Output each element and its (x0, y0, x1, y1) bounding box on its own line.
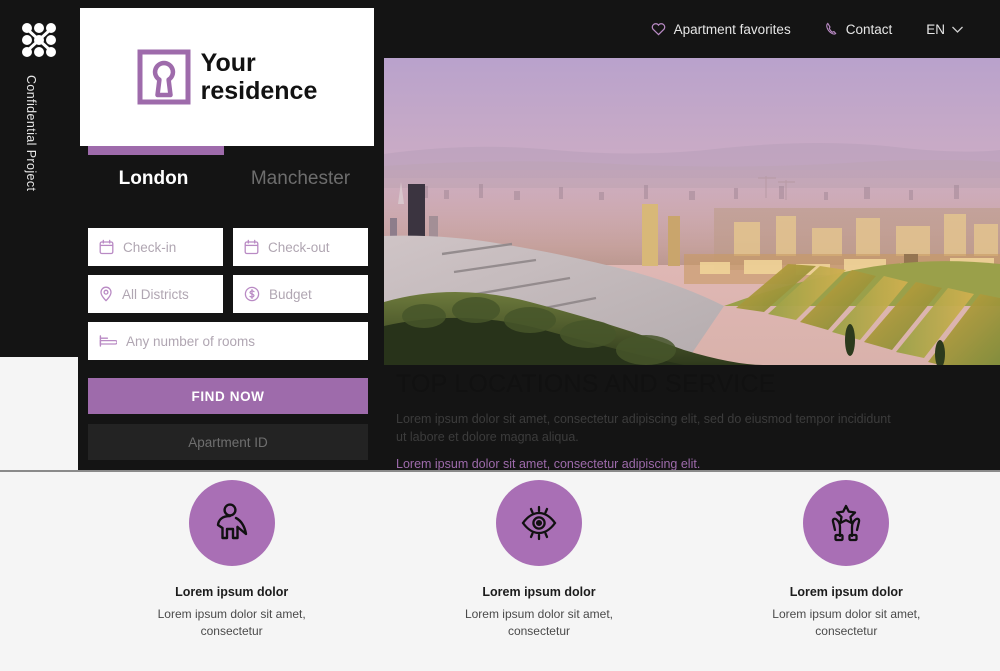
feature-title: Lorem ipsum dolor (482, 585, 596, 599)
confidential-project-label: Confidential Project (24, 75, 38, 192)
date-row: Check-in Check-out (88, 228, 368, 266)
apartment-favorites-link[interactable]: Apartment favorites (651, 22, 791, 37)
rooms-label: Any number of rooms (126, 333, 256, 349)
chevron-down-icon (951, 22, 964, 37)
calendar-icon (244, 239, 259, 255)
checkout-label: Check-out (268, 239, 330, 255)
features-section: Lorem ipsum dolor Lorem ipsum dolor sit … (78, 480, 1000, 660)
feature-description: Lorem ipsum dolor sit amet, consectetur (464, 607, 614, 639)
active-tab-accent-bar (88, 146, 224, 155)
brand-name: Your residence (201, 49, 318, 105)
bed-icon (99, 334, 117, 348)
tab-london[interactable]: London (80, 158, 227, 200)
section-divider (0, 470, 1000, 472)
checkin-field[interactable]: Check-in (88, 228, 223, 266)
feature-item: Lorem ipsum dolor Lorem ipsum dolor sit … (78, 480, 385, 660)
landing-page: Confidential Project Apartment favorites… (0, 0, 1000, 671)
budget-label: Budget (269, 286, 312, 302)
hero-copy: TOP LOCATIONS AND SERVICE Lorem ipsum do… (396, 370, 936, 471)
brand-logo-card[interactable]: Your residence (80, 8, 374, 146)
phone-icon (825, 22, 838, 36)
checkout-field[interactable]: Check-out (233, 228, 368, 266)
contact-label: Contact (845, 21, 893, 37)
districts-label: All Districts (122, 286, 189, 302)
superhero-icon (188, 480, 275, 566)
dollar-circle-icon (244, 286, 260, 302)
keyhole-logo-icon (137, 49, 191, 105)
feature-title: Lorem ipsum dolor (789, 585, 903, 599)
language-selector[interactable]: EN (926, 22, 964, 37)
hands-star-icon (803, 480, 890, 566)
feature-description: Lorem ipsum dolor sit amet, consectetur (157, 607, 306, 639)
apartment-id-input[interactable]: Apartment ID (88, 424, 368, 460)
feature-item: Lorem ipsum dolor Lorem ipsum dolor sit … (693, 480, 1000, 660)
hero-body-text: Lorem ipsum dolor sit amet, consectetur … (396, 412, 891, 445)
feature-title: Lorem ipsum dolor (175, 585, 289, 599)
calendar-icon (99, 239, 114, 255)
budget-field[interactable]: Budget (233, 275, 368, 313)
find-now-button[interactable]: FIND NOW (88, 378, 368, 414)
dot-grid-logo-icon (18, 20, 60, 60)
heart-icon (651, 22, 666, 36)
feature-description: Lorem ipsum dolor sit amet, consectetur (772, 607, 921, 639)
location-budget-row: All Districts Budget (88, 275, 368, 313)
rail-lower-spacer (0, 357, 78, 470)
hero-image (384, 58, 1000, 365)
language-label: EN (926, 21, 945, 37)
left-rail: Confidential Project (0, 0, 78, 357)
tab-manchester[interactable]: Manchester (227, 158, 374, 200)
rooms-field[interactable]: Any number of rooms (88, 322, 368, 360)
brand-line-2: residence (200, 77, 318, 105)
page-title: TOP LOCATIONS AND SERVICE (396, 370, 776, 398)
search-form: Check-in Check-out All Districts Budget … (88, 228, 368, 460)
checkin-label: Check-in (123, 239, 177, 255)
contact-link[interactable]: Contact (825, 21, 893, 37)
rooms-row: Any number of rooms (88, 322, 368, 360)
brand-line-1: Your (200, 49, 256, 77)
eye-icon (495, 480, 582, 566)
feature-item: Lorem ipsum dolor Lorem ipsum dolor sit … (385, 480, 692, 660)
apartment-favorites-label: Apartment favorites (673, 21, 791, 37)
districts-field[interactable]: All Districts (88, 275, 223, 313)
map-pin-icon (99, 286, 113, 302)
city-tabs: London Manchester (80, 158, 374, 200)
top-navigation: Apartment favorites Contact EN (651, 0, 1000, 58)
